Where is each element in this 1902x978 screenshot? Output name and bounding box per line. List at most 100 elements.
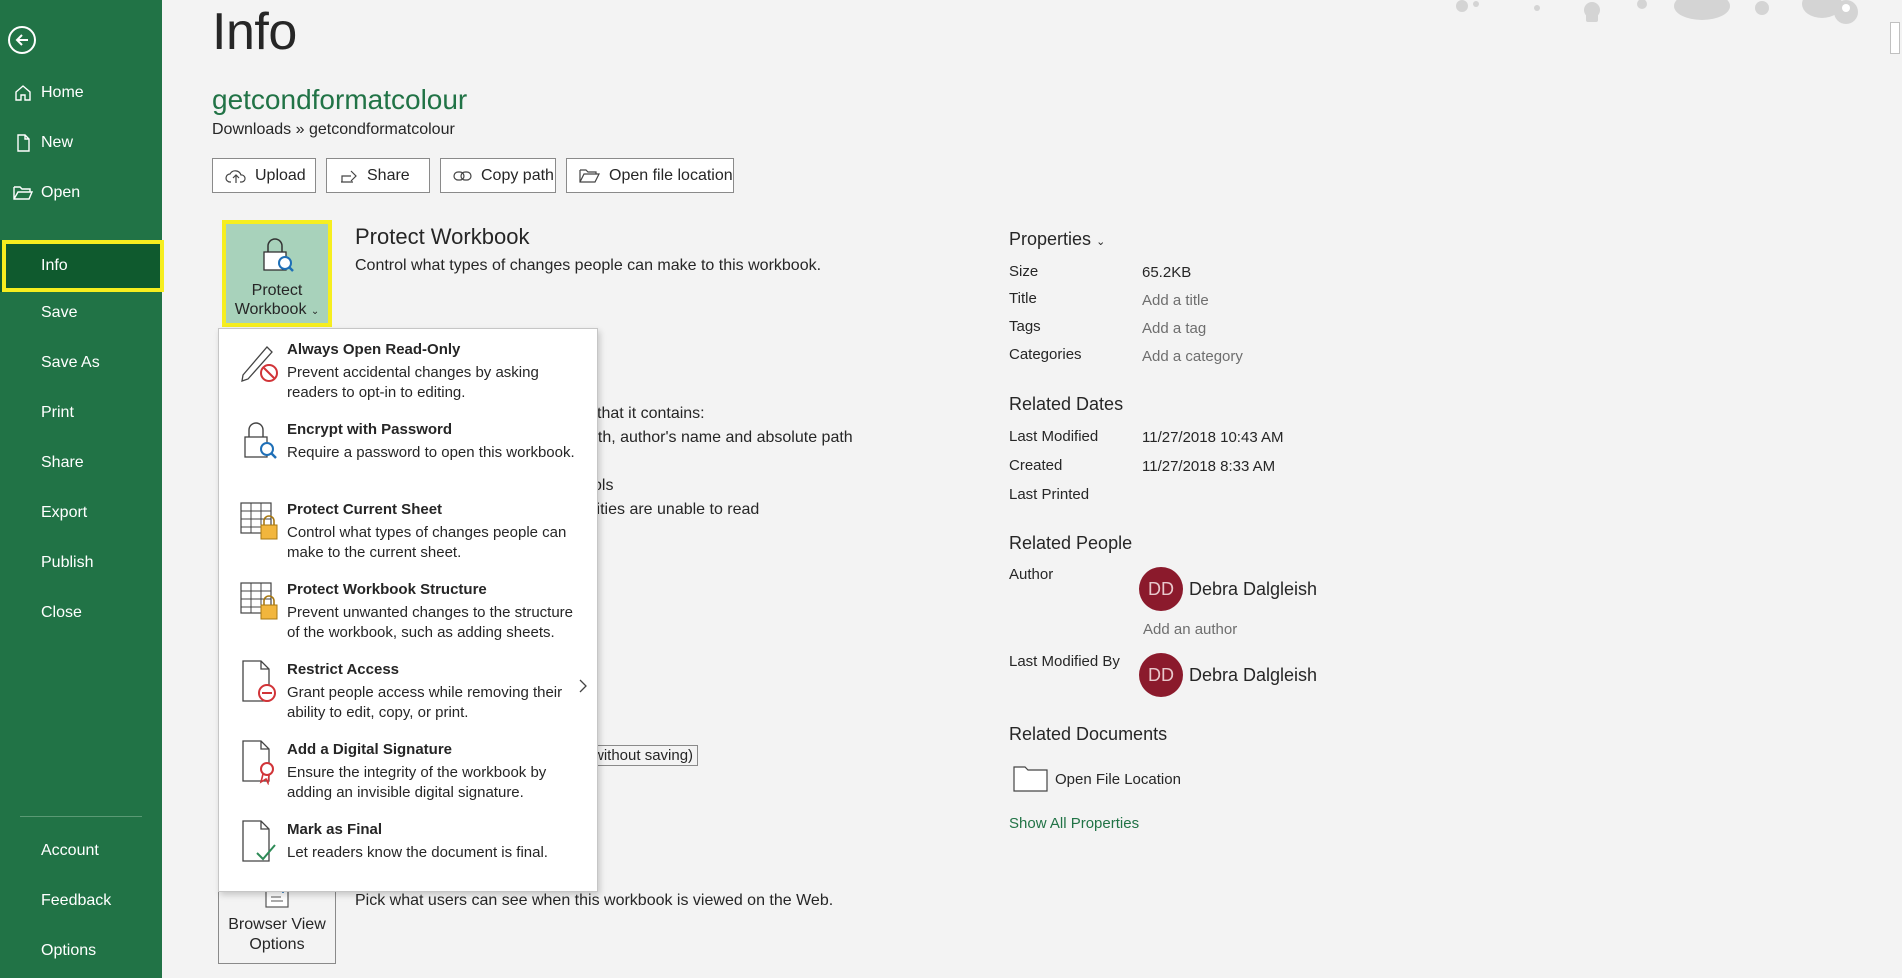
- document-ribbon-icon: [239, 739, 281, 786]
- nav-new[interactable]: New: [0, 118, 162, 168]
- nav-save-as[interactable]: Save As: [0, 338, 162, 388]
- menu-item-description: Let readers know the document is final.: [287, 844, 548, 861]
- nav-divider: [20, 816, 142, 817]
- copy-path-button[interactable]: Copy path: [440, 158, 556, 193]
- author-label: Author: [1009, 566, 1054, 583]
- nav-label: Open: [41, 184, 81, 201]
- cloud-upload-icon: [225, 168, 247, 184]
- menu-item-protect-workbook-structure[interactable]: Protect Workbook Structure Prevent unwan…: [219, 569, 597, 649]
- nav-label: Info: [41, 257, 68, 274]
- nav-label: Export: [41, 504, 88, 521]
- menu-item-mark-as-final[interactable]: Mark as Final Let readers know the docum…: [219, 809, 597, 889]
- open-file-location-button[interactable]: Open file location: [566, 158, 734, 193]
- chevron-down-icon: ⌄: [310, 306, 320, 317]
- nav-open[interactable]: Open: [0, 168, 162, 218]
- date-label-created: Created: [1009, 457, 1063, 474]
- last-modified-by-label: Last Modified By: [1009, 653, 1120, 670]
- last-modified-by-name[interactable]: Debra Dalgleish: [1189, 665, 1317, 686]
- menu-item-title: Restrict Access: [287, 661, 400, 678]
- nav-feedback[interactable]: Feedback: [0, 876, 162, 926]
- protect-workbook-label-line1: Protect: [251, 282, 303, 299]
- menu-item-title: Add a Digital Signature: [287, 741, 453, 758]
- prop-label-categories: Categories: [1009, 346, 1082, 363]
- avatar: DD: [1139, 653, 1183, 697]
- nav-print[interactable]: Print: [0, 388, 162, 438]
- nav-label: New: [41, 134, 74, 151]
- browser-view-options-button[interactable]: Browser View Options: [218, 880, 336, 964]
- avatar: DD: [1139, 567, 1183, 611]
- menu-item-protect-current-sheet[interactable]: Protect Current Sheet Control what types…: [219, 489, 597, 569]
- date-label-last-modified: Last Modified: [1009, 428, 1099, 445]
- open-file-location-label: Open file location: [609, 166, 733, 184]
- menu-item-description: Prevent unwanted changes to the structur…: [287, 604, 574, 641]
- show-all-properties-link[interactable]: Show All Properties: [1009, 815, 1139, 832]
- add-author-field[interactable]: Add an author: [1143, 621, 1237, 638]
- menu-item-title: Mark as Final: [287, 821, 383, 838]
- menu-item-title: Protect Workbook Structure: [287, 581, 487, 598]
- share-button[interactable]: Share: [326, 158, 430, 193]
- menu-item-description: Grant people access while removing their…: [287, 684, 563, 721]
- open-file-location-link[interactable]: Open File Location: [1055, 771, 1181, 788]
- prop-label-title: Title: [1009, 290, 1037, 307]
- nav-label: Publish: [41, 554, 94, 571]
- copy-path-label: Copy path: [481, 166, 554, 184]
- menu-item-title: Protect Current Sheet: [287, 501, 443, 518]
- nav-options[interactable]: Options: [0, 926, 162, 976]
- scrollbar-thumb[interactable]: [1890, 22, 1900, 54]
- date-label-last-printed: Last Printed: [1009, 486, 1090, 503]
- date-value-created: 11/27/2018 8:33 AM: [1142, 458, 1276, 475]
- new-document-icon: [10, 133, 36, 153]
- prop-value-size: 65.2KB: [1142, 264, 1192, 281]
- prop-label-tags: Tags: [1009, 318, 1041, 335]
- prop-categories-field[interactable]: Add a category: [1142, 348, 1243, 365]
- lock-key-icon: [259, 236, 295, 279]
- nav-info[interactable]: Info: [0, 240, 162, 292]
- chevron-down-icon: ⌄: [1096, 236, 1106, 248]
- nav-close[interactable]: Close: [0, 588, 162, 638]
- prop-title-field[interactable]: Add a title: [1142, 292, 1209, 309]
- prop-tags-field[interactable]: Add a tag: [1142, 320, 1206, 337]
- menu-item-description: Prevent accidental changes by asking rea…: [287, 364, 539, 401]
- menu-item-restrict-access[interactable]: Restrict Access Grant people access whil…: [219, 649, 597, 729]
- nav-export[interactable]: Export: [0, 488, 162, 538]
- properties-heading[interactable]: Properties ⌄: [1009, 229, 1105, 250]
- home-icon: [10, 83, 36, 103]
- upload-button[interactable]: Upload: [212, 158, 316, 193]
- pencil-prohibited-icon: [239, 339, 281, 385]
- nav-label: Share: [41, 454, 84, 471]
- related-dates-heading: Related Dates: [1009, 394, 1124, 414]
- file-name: getcondformatcolour: [212, 84, 468, 115]
- browser-view-description: Pick what users can see when this workbo…: [355, 892, 834, 909]
- scrollbar[interactable]: [1888, 20, 1902, 978]
- decorative-doodle-icon: [1456, 0, 1858, 24]
- nav-label: Print: [41, 404, 74, 421]
- menu-item-add-digital-signature[interactable]: Add a Digital Signature Ensure the integ…: [219, 729, 597, 809]
- backstage-sidebar: Home New Open Info Save Save As Print Sh…: [0, 0, 164, 978]
- document-check-icon: [239, 819, 281, 865]
- nav-label: Close: [41, 604, 82, 621]
- nav-share[interactable]: Share: [0, 438, 162, 488]
- protect-workbook-button[interactable]: Protect Workbook ⌄: [222, 220, 332, 327]
- manage-workbook-partial-button[interactable]: without saving): [588, 745, 699, 766]
- nav-account[interactable]: Account: [0, 826, 162, 876]
- nav-home[interactable]: Home: [0, 68, 162, 118]
- protect-workbook-label-line2: Workbook ⌄: [235, 300, 320, 321]
- nav-publish[interactable]: Publish: [0, 538, 162, 588]
- menu-item-encrypt-with-password[interactable]: Encrypt with Password Require a password…: [219, 409, 597, 489]
- protect-workbook-description: Control what types of changes people can…: [355, 257, 822, 274]
- inspect-text-4: lities are unable to read: [593, 501, 760, 518]
- folder-open-icon: [10, 183, 36, 203]
- document-restricted-icon: [239, 659, 281, 705]
- nav-label: Save As: [41, 354, 100, 371]
- menu-item-title: Always Open Read-Only: [287, 341, 461, 358]
- protect-workbook-menu: Always Open Read-Only Prevent accidental…: [218, 328, 598, 892]
- nav-save[interactable]: Save: [0, 288, 162, 338]
- sheet-lock-icon: [239, 499, 281, 545]
- author-name[interactable]: Debra Dalgleish: [1189, 579, 1317, 600]
- menu-item-always-open-read-only[interactable]: Always Open Read-Only Prevent accidental…: [219, 329, 597, 409]
- workbook-lock-icon: [239, 579, 281, 625]
- menu-item-title: Encrypt with Password: [287, 421, 453, 438]
- link-icon: [453, 169, 473, 183]
- back-arrow-icon[interactable]: [8, 26, 36, 54]
- date-value-last-modified: 11/27/2018 10:43 AM: [1142, 429, 1284, 446]
